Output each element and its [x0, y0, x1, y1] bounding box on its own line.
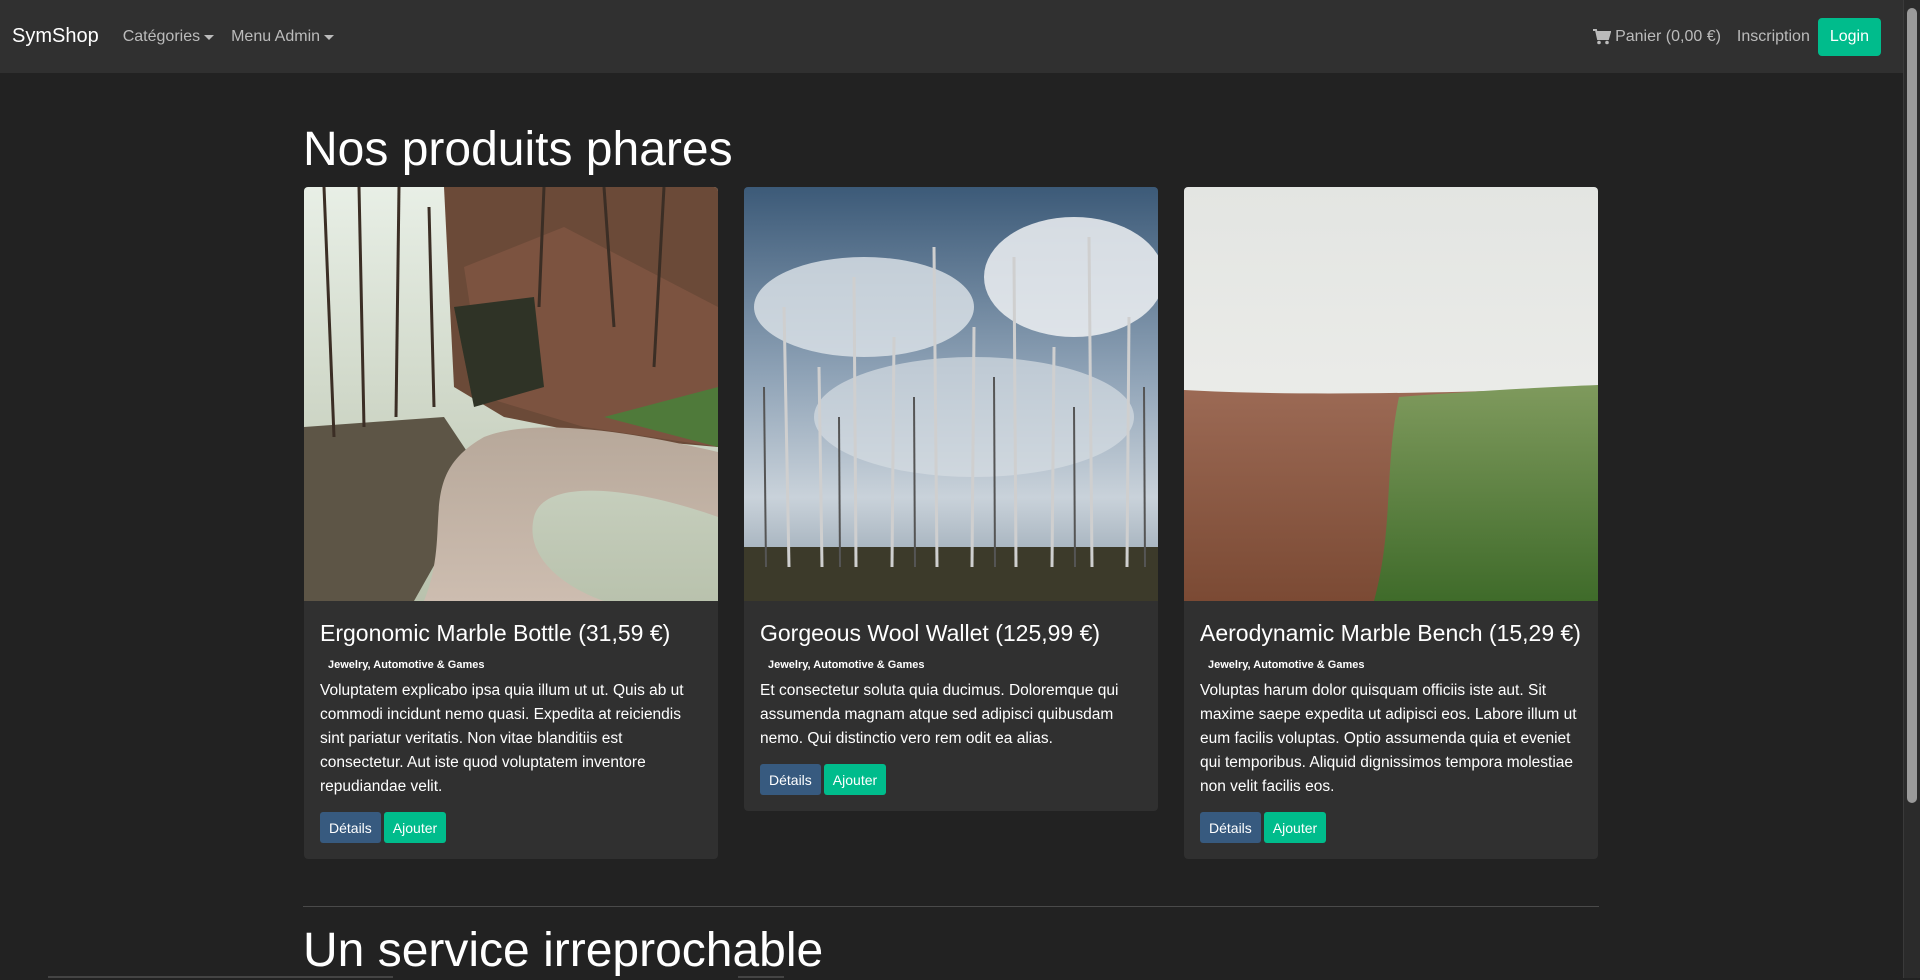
card-body: Gorgeous Wool Wallet (125,99 €) Jewelry,… — [744, 601, 1158, 811]
details-button[interactable]: Détails — [1200, 812, 1261, 843]
shopping-cart-icon — [1593, 28, 1612, 44]
product-image — [1184, 187, 1598, 601]
product-title: Ergonomic Marble Bottle (31,59 €) — [320, 620, 671, 646]
product-image — [744, 187, 1158, 601]
card-actions: Détails Ajouter — [1200, 812, 1583, 843]
product-description: Voluptas harum dolor quisquam officiis i… — [1200, 682, 1577, 795]
product-image — [304, 187, 718, 601]
product-title: Aerodynamic Marble Bench (15,29 €) — [1200, 620, 1581, 646]
card-body: Ergonomic Marble Bottle (31,59 €) Jewelr… — [304, 601, 718, 859]
product-card: Gorgeous Wool Wallet (125,99 €) Jewelry,… — [744, 187, 1158, 811]
section-divider — [303, 906, 1599, 907]
category-badge: Jewelry, Automotive & Games — [768, 659, 925, 671]
product-description: Voluptatem explicabo ipsa quia illum ut … — [320, 682, 684, 795]
add-to-cart-button[interactable]: Ajouter — [1263, 812, 1327, 843]
chevron-down-icon — [324, 35, 335, 40]
categories-label: Catégories — [122, 27, 201, 45]
navbar-right: Panier (0,00 €) Inscription Login — [1593, 17, 1891, 56]
category-badge: Jewelry, Automotive & Games — [328, 659, 485, 671]
featured-products-title: Nos produits phares — [303, 123, 733, 176]
signup-link[interactable]: Inscription — [1737, 28, 1810, 46]
add-to-cart-button[interactable]: Ajouter — [383, 812, 447, 843]
product-card: Ergonomic Marble Bottle (31,59 €) Jewelr… — [304, 187, 718, 859]
login-button[interactable]: Login — [1817, 17, 1881, 56]
details-button[interactable]: Détails — [760, 764, 821, 795]
details-button[interactable]: Détails — [320, 812, 381, 843]
vertical-scrollbar[interactable] — [1903, 0, 1920, 978]
product-title: Gorgeous Wool Wallet (125,99 €) — [760, 620, 1101, 646]
cart-label: Panier (0,00 €) — [1615, 27, 1721, 45]
add-to-cart-button[interactable]: Ajouter — [823, 764, 887, 795]
product-cards: Ergonomic Marble Bottle (31,59 €) Jewelr… — [304, 187, 1598, 859]
product-card: Aerodynamic Marble Bench (15,29 €) Jewel… — [1184, 187, 1598, 859]
admin-menu-label: Menu Admin — [231, 27, 321, 45]
card-body: Aerodynamic Marble Bench (15,29 €) Jewel… — [1184, 601, 1598, 859]
brand-link[interactable]: SymShop — [12, 25, 99, 48]
chevron-down-icon — [204, 35, 215, 40]
service-title: Un service irreprochable — [303, 924, 824, 977]
scrollbar-thumb[interactable] — [1907, 8, 1917, 803]
product-description: Et consectetur soluta quia ducimus. Dolo… — [760, 682, 1119, 747]
category-badge: Jewelry, Automotive & Games — [1208, 659, 1365, 671]
cart-link[interactable]: Panier (0,00 €) — [1593, 28, 1721, 46]
card-actions: Détails Ajouter — [320, 812, 703, 843]
card-actions: Détails Ajouter — [760, 764, 1143, 795]
categories-dropdown[interactable]: Catégories — [122, 27, 215, 46]
admin-menu-dropdown[interactable]: Menu Admin — [231, 27, 335, 46]
top-navbar: SymShop Catégories Menu Admin Panier (0,… — [0, 0, 1903, 73]
